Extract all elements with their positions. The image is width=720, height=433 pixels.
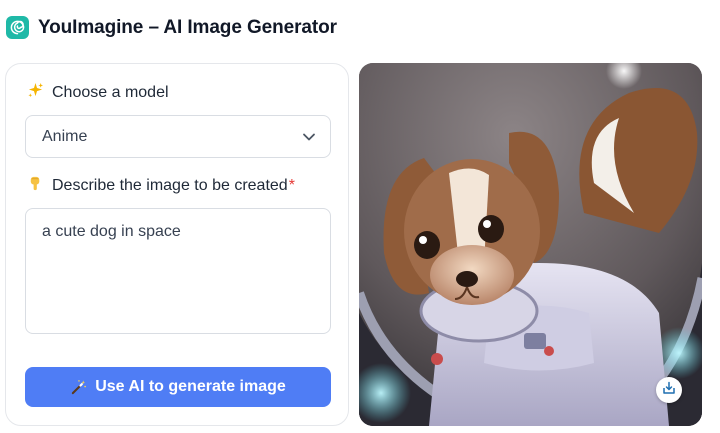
app-header: YouImagine – AI Image Generator [0,0,720,55]
download-button[interactable] [656,377,682,403]
app-title: YouImagine – AI Image Generator [38,16,337,38]
sparkles-icon [26,82,44,103]
magic-wand-icon [70,379,87,396]
description-label: Describe the image to be created [52,176,288,194]
generate-button-label: Use AI to generate image [95,378,286,395]
generated-image [359,63,702,426]
download-icon [662,381,676,400]
model-select[interactable]: Anime [25,115,331,158]
description-label-row: Describe the image to be created * [26,175,295,196]
generate-image-button[interactable]: Use AI to generate image [25,367,331,407]
description-textarea[interactable]: a cute dog in space [25,208,331,334]
generator-form-panel: Choose a model Anime Describe the image … [5,63,349,426]
required-marker: * [288,176,295,194]
model-select-value: Anime [42,127,88,145]
spiral-logo-icon [6,16,29,39]
dog-astronaut-image [359,63,702,426]
model-label: Choose a model [52,83,169,101]
pointing-down-hand-icon [26,175,44,196]
chevron-down-icon [302,130,316,149]
description-value: a cute dog in space [42,223,181,240]
model-label-row: Choose a model [26,82,169,103]
